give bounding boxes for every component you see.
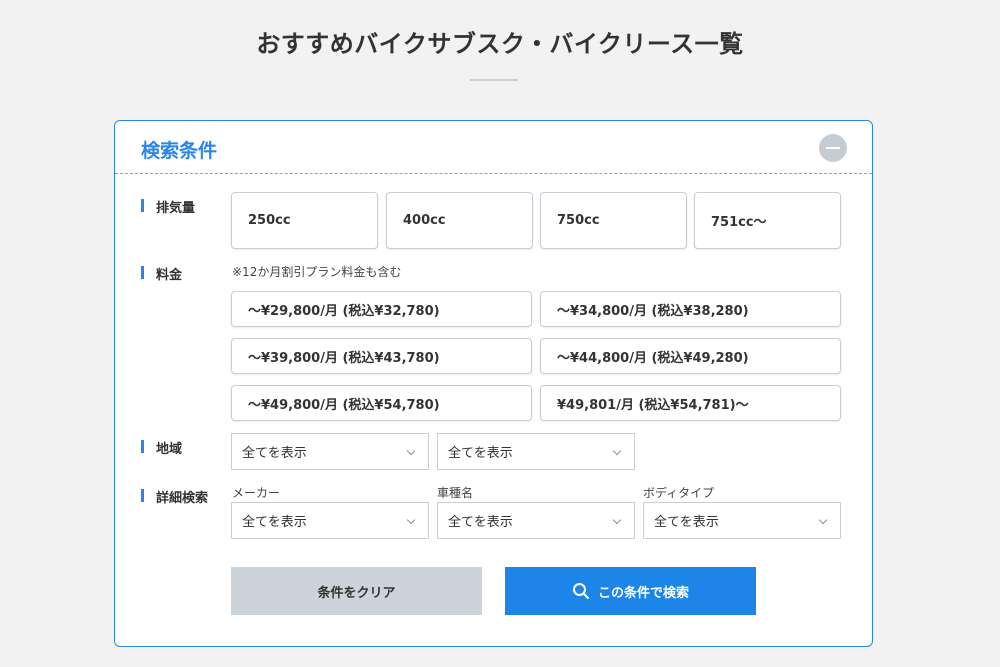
region-prefecture-select[interactable]: 全てを表示 (231, 433, 429, 470)
body-type-value: 全てを表示 (654, 515, 719, 530)
body-type-label: ボディタイプ (643, 486, 715, 500)
region-city-value: 全てを表示 (448, 446, 513, 461)
displacement-option-400[interactable]: 400cc (386, 192, 533, 249)
maker-select[interactable]: 全てを表示 (231, 502, 429, 539)
chevron-down-icon (612, 515, 622, 525)
chevron-down-icon (818, 515, 828, 525)
chevron-down-icon (406, 446, 416, 456)
search-button-label: この条件で検索 (597, 585, 689, 601)
region-prefecture-value: 全てを表示 (242, 446, 307, 461)
detail-search-label: 詳細検索 (141, 487, 208, 506)
panel-title: 検索条件 (141, 140, 218, 162)
clear-conditions-button[interactable]: 条件をクリア (231, 567, 482, 615)
displacement-label: 排気量 (141, 197, 195, 216)
maker-value: 全てを表示 (242, 515, 307, 530)
body-type-select[interactable]: 全てを表示 (643, 502, 841, 539)
price-option-4[interactable]: 〜¥44,800/月 (税込¥49,280) (540, 338, 841, 374)
minus-icon[interactable] (819, 134, 847, 162)
model-value: 全てを表示 (448, 515, 513, 530)
panel-header: 検索条件 (115, 121, 872, 174)
page-title: おすすめバイクサブスク・バイクリース一覧 (256, 30, 744, 58)
price-option-5[interactable]: 〜¥49,800/月 (税込¥54,780) (231, 385, 532, 421)
search-icon (572, 583, 589, 599)
search-conditions-panel: 検索条件 排気量 250cc 400cc 750cc 751cc〜 料金 ※12… (114, 120, 873, 647)
price-option-6[interactable]: ¥49,801/月 (税込¥54,781)〜 (540, 385, 841, 421)
title-divider (470, 79, 518, 81)
displacement-option-250[interactable]: 250cc (231, 192, 378, 249)
search-button[interactable]: この条件で検索 (505, 567, 756, 615)
price-note: ※12か月割引プラン料金も含む (232, 265, 402, 279)
price-option-3[interactable]: 〜¥39,800/月 (税込¥43,780) (231, 338, 532, 374)
chevron-down-icon (406, 515, 416, 525)
model-select[interactable]: 全てを表示 (437, 502, 635, 539)
price-option-1[interactable]: 〜¥29,800/月 (税込¥32,780) (231, 291, 532, 327)
region-label: 地域 (141, 438, 182, 457)
price-label: 料金 (141, 264, 182, 283)
region-city-select[interactable]: 全てを表示 (437, 433, 635, 470)
model-label: 車種名 (437, 486, 474, 500)
chevron-down-icon (612, 446, 622, 456)
displacement-option-751plus[interactable]: 751cc〜 (694, 192, 841, 249)
price-option-2[interactable]: 〜¥34,800/月 (税込¥38,280) (540, 291, 841, 327)
displacement-option-750[interactable]: 750cc (540, 192, 687, 249)
maker-label: メーカー (232, 486, 281, 500)
